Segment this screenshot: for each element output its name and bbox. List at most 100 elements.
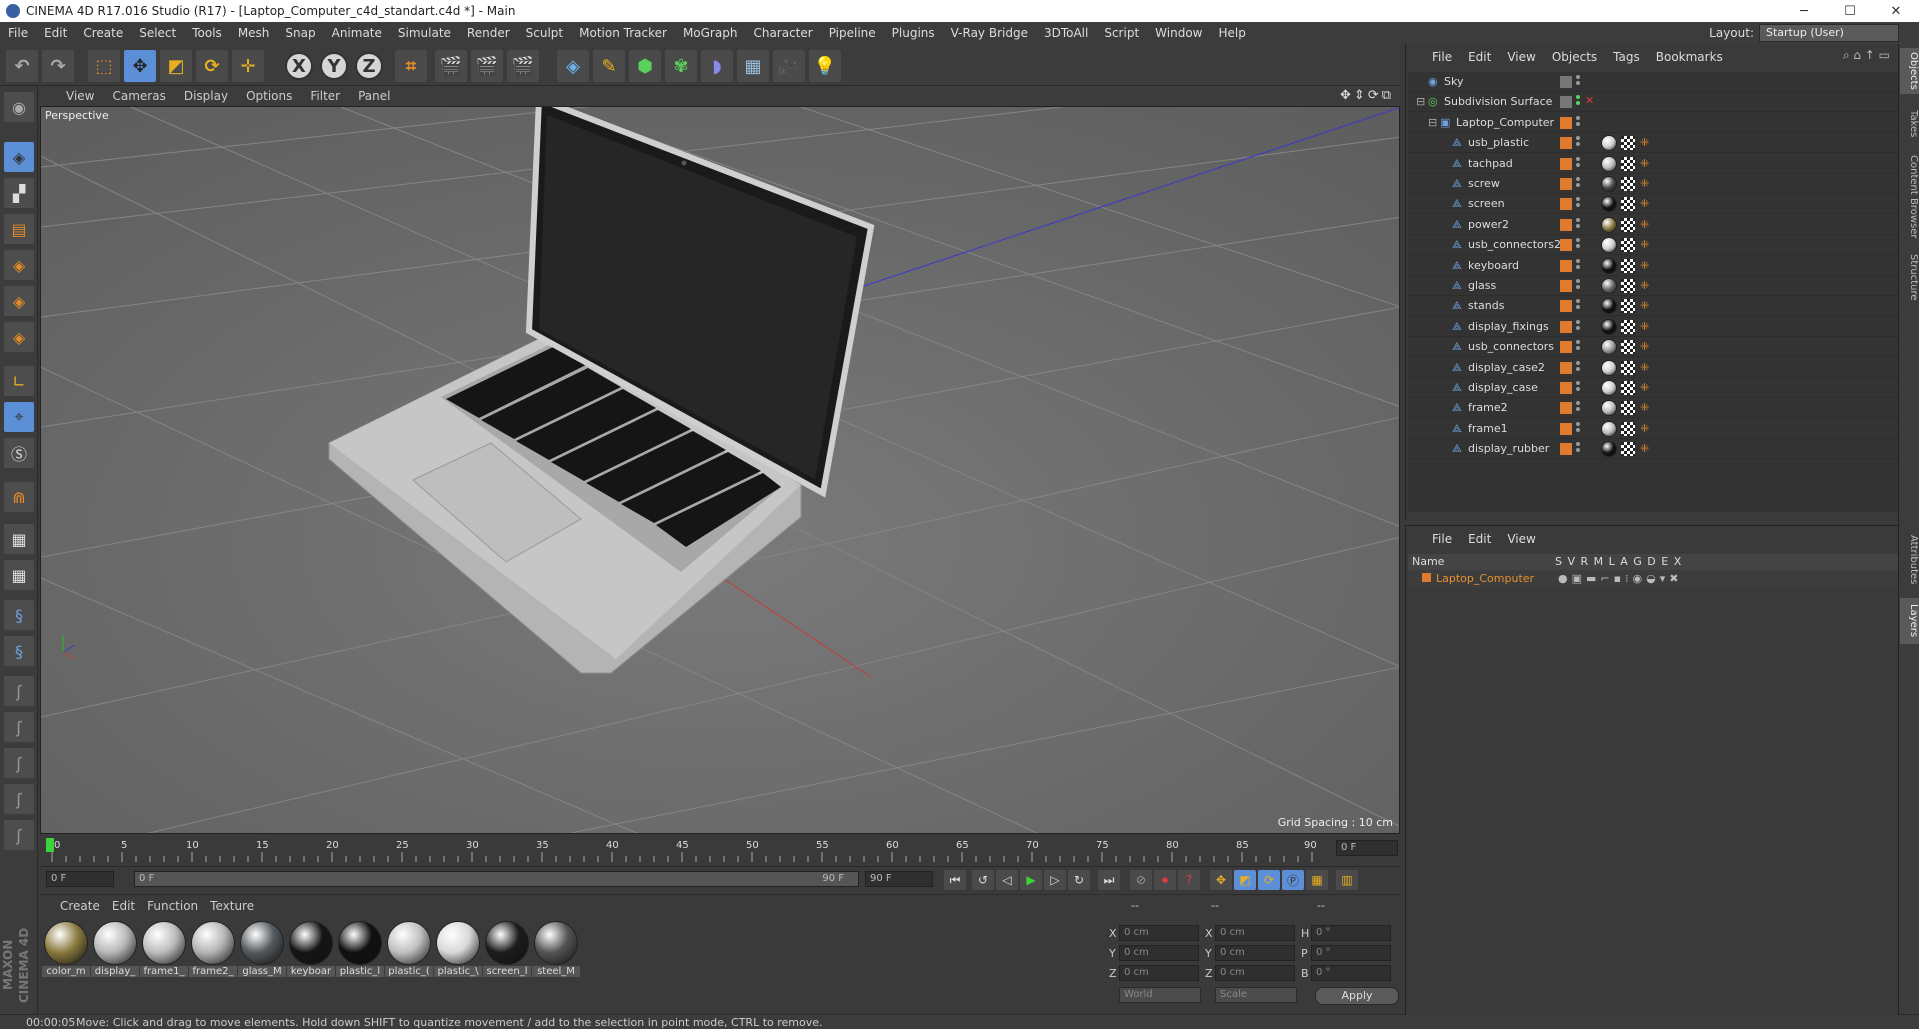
object-menu-edit[interactable]: Edit	[1460, 50, 1499, 64]
render-visibility-dot[interactable]	[1576, 346, 1580, 351]
key-scale-button[interactable]: ◩	[1234, 870, 1256, 890]
texture-mode-button[interactable]: ▞	[4, 178, 34, 208]
editor-visibility-dot[interactable]	[1576, 95, 1580, 100]
texture-tag-icon[interactable]	[1621, 319, 1635, 334]
layer-color-swatch[interactable]	[1560, 96, 1572, 109]
object-row[interactable]: ⟁ screw ⁜	[1408, 174, 1898, 194]
phong-tag-icon[interactable]: ⁜	[1640, 279, 1650, 292]
layer-color-swatch[interactable]	[1560, 422, 1572, 435]
menu-character[interactable]: Character	[745, 26, 820, 40]
phong-tag-icon[interactable]: ⁜	[1640, 381, 1650, 394]
layer-color-swatch[interactable]	[1560, 361, 1572, 374]
visibility-dots[interactable]	[1576, 95, 1580, 107]
add-deformer-button[interactable]: ◗	[701, 50, 733, 82]
object-row[interactable]: ◎ ⊟ Subdivision Surface ✕	[1408, 92, 1898, 113]
key-parameter-button[interactable]: Ⓟ	[1282, 870, 1304, 890]
object-menu-view[interactable]: View	[1499, 50, 1543, 64]
menu-animate[interactable]: Animate	[324, 26, 390, 40]
grid-snap-button[interactable]: ▦	[4, 560, 34, 590]
layer-color-swatch[interactable]	[1560, 443, 1572, 456]
phong-tag-icon[interactable]: ⁜	[1640, 320, 1650, 333]
visibility-dots[interactable]	[1576, 319, 1580, 332]
hair-brush-button[interactable]: ʃ	[4, 784, 34, 814]
texture-tag-icon[interactable]	[1621, 156, 1635, 171]
render-visibility-dot[interactable]	[1576, 264, 1580, 269]
menu-snap[interactable]: Snap	[277, 26, 323, 40]
start-frame-field[interactable]: 0 F	[46, 871, 114, 887]
layer-color-swatch[interactable]	[1560, 218, 1572, 231]
material-tag-icon[interactable]	[1601, 155, 1617, 172]
phong-tag-icon[interactable]: ⁜	[1640, 340, 1650, 353]
visibility-dots[interactable]	[1576, 136, 1580, 148]
pos-x-field[interactable]: 0 cm	[1119, 925, 1199, 941]
phong-tag-icon[interactable]: ⁜	[1640, 401, 1650, 414]
render-visibility-dot[interactable]	[1576, 203, 1580, 208]
tab-takes[interactable]: Takes	[1900, 104, 1919, 144]
layer-color-swatch[interactable]	[1560, 198, 1572, 211]
minimize-button[interactable]: ─	[1781, 0, 1827, 22]
perspective-viewport[interactable]: Perspective Grid Spacing : 10 cm	[40, 106, 1400, 834]
object-row[interactable]: ◉ Sky	[1408, 72, 1898, 92]
render-visibility-dot[interactable]	[1576, 407, 1580, 412]
texture-tag-icon[interactable]	[1621, 238, 1635, 253]
viewport-menu-options[interactable]: Options	[237, 89, 301, 103]
phong-tag-icon[interactable]: ⁜	[1640, 218, 1650, 231]
visibility-dots[interactable]	[1576, 401, 1580, 413]
python-script-button[interactable]: §	[4, 600, 34, 630]
phong-tag-icon[interactable]: ⁜	[1640, 422, 1650, 435]
goto-start-button[interactable]: ⏮	[944, 870, 966, 890]
material-tag-icon[interactable]	[1601, 400, 1617, 417]
material-item[interactable]: frame2_	[189, 921, 237, 977]
object-row[interactable]: ⟁ usb_connectors ⁜	[1408, 337, 1898, 358]
layer-color-swatch[interactable]	[1560, 76, 1572, 88]
object-row[interactable]: ⟁ frame2 ⁜	[1408, 398, 1898, 419]
menu-3dtoall[interactable]: 3DToAll	[1036, 26, 1096, 40]
viewport-menu-display[interactable]: Display	[175, 89, 237, 103]
material-tag-icon[interactable]	[1601, 420, 1617, 437]
edges-mode-button[interactable]: ◈	[4, 286, 34, 316]
menu-sculpt[interactable]: Sculpt	[518, 26, 571, 40]
maximize-button[interactable]: ☐	[1827, 0, 1873, 22]
render-visibility-dot[interactable]	[1576, 142, 1580, 147]
add-camera-button[interactable]: 🎥	[773, 50, 805, 82]
frame-range-slider[interactable]: 0 F 90 F	[134, 871, 859, 887]
object-row[interactable]: ⟁ usb_connectors2 ⁜	[1408, 235, 1898, 256]
material-tag-icon[interactable]	[1601, 339, 1617, 356]
layer-color-swatch[interactable]	[1560, 320, 1572, 333]
size-y-field[interactable]: 0 cm	[1215, 945, 1295, 961]
texture-tag-icon[interactable]	[1621, 360, 1635, 375]
visibility-dots[interactable]	[1576, 115, 1580, 128]
y-axis-lock-button[interactable]: Y	[320, 52, 348, 80]
material-tag-icon[interactable]	[1601, 176, 1617, 192]
rotate-tool-button[interactable]: ⟳	[196, 50, 228, 82]
next-frame-button[interactable]: ▷	[1044, 870, 1066, 890]
material-item[interactable]: steel_M	[532, 921, 580, 977]
editor-visibility-dot[interactable]	[1576, 279, 1580, 283]
material-item[interactable]: color_m	[42, 921, 90, 977]
material-tag-icon[interactable]	[1601, 380, 1617, 396]
render-visibility-dot[interactable]	[1576, 183, 1580, 187]
layer-color-swatch[interactable]	[1560, 300, 1572, 313]
material-tag-icon[interactable]	[1601, 441, 1617, 458]
material-tag-icon[interactable]	[1601, 196, 1617, 213]
coordinate-system-button[interactable]: ⌗	[395, 50, 427, 82]
menu-simulate[interactable]: Simulate	[390, 26, 459, 40]
editor-visibility-dot[interactable]	[1576, 136, 1580, 141]
close-button[interactable]: ✕	[1873, 0, 1919, 22]
tab-layers[interactable]: Layers	[1900, 598, 1919, 644]
visibility-dots[interactable]	[1576, 197, 1580, 209]
layout-select[interactable]: Startup (User)	[1759, 24, 1899, 42]
expand-toggle-icon[interactable]: ⊟	[1416, 95, 1425, 108]
size-x-field[interactable]: 0 cm	[1215, 925, 1295, 941]
object-menu-objects[interactable]: Objects	[1544, 50, 1605, 64]
current-frame-field[interactable]: 0 F	[1336, 840, 1398, 856]
phong-tag-icon[interactable]: ⁜	[1640, 157, 1650, 170]
phong-tag-icon[interactable]: ⁜	[1640, 136, 1650, 149]
material-tag-icon[interactable]	[1601, 298, 1617, 315]
material-tag-icon[interactable]	[1601, 135, 1617, 152]
render-visibility-dot[interactable]	[1576, 387, 1580, 391]
material-item[interactable]: screen_l	[483, 921, 531, 977]
layer-flag-icons[interactable]: ●▣▬⌐▪⁝◉◒▾✖	[1558, 572, 1683, 585]
layer-color-swatch[interactable]	[1560, 259, 1572, 272]
hair-cut-button[interactable]: ʃ	[4, 748, 34, 778]
